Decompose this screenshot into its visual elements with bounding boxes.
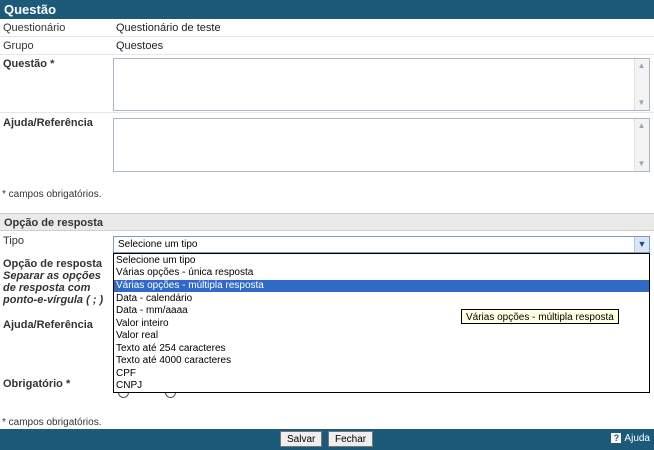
scroll-down-icon[interactable]: ▼ (637, 160, 646, 168)
questionario-value: Questionário de teste (116, 22, 221, 34)
questao-row: Questão * ▲ ▼ (0, 55, 654, 113)
close-button[interactable]: Fechar (328, 431, 373, 447)
option-section-title: Opção de resposta (4, 217, 104, 229)
required-note: * campos obrigatórios. (2, 189, 102, 200)
page-title: Questão (0, 0, 654, 19)
questao-label: Questão * (3, 58, 55, 70)
help-link[interactable]: ? Ajuda (611, 433, 650, 444)
dropdown-option[interactable]: Data - calendário (114, 293, 649, 305)
save-button[interactable]: Salvar (280, 431, 322, 447)
opcao-label: Opção de resposta (3, 258, 103, 270)
tipo-selected-value: Selecione um tipo (118, 239, 198, 250)
dropdown-option[interactable]: Selecione um tipo (114, 255, 649, 267)
ajuda-scrollbar[interactable]: ▲ ▼ (634, 119, 649, 171)
grupo-row: Grupo Questoes (0, 37, 654, 55)
dropdown-option[interactable]: Texto até 4000 caracteres (114, 355, 649, 367)
help-icon: ? (611, 433, 622, 443)
tipo-label: Tipo (3, 235, 24, 247)
scroll-up-icon[interactable]: ▲ (637, 62, 646, 70)
dropdown-option[interactable]: CNPJ (114, 380, 649, 392)
ajuda-row: Ajuda/Referência ▲ ▼ (0, 113, 654, 173)
questao-textarea[interactable]: ▲ ▼ (113, 58, 650, 111)
help-label: Ajuda (624, 433, 650, 444)
dropdown-option[interactable]: CPF (114, 368, 649, 380)
tipo-select[interactable]: Selecione um tipo ▼ (113, 236, 650, 253)
questionario-label: Questionário (3, 22, 66, 34)
option-section-header: Opção de resposta (0, 213, 654, 231)
dropdown-option-highlighted[interactable]: Várias opções - múltipla resposta (114, 280, 649, 292)
dropdown-option[interactable]: Várias opções - única resposta (114, 267, 649, 279)
dropdown-option[interactable]: Valor real (114, 330, 649, 342)
option-tooltip: Várias opções - múltipla resposta (461, 309, 619, 324)
footer-bar: Salvar Fechar ? Ajuda (0, 429, 654, 450)
ajuda-label: Ajuda/Referência (3, 117, 93, 129)
questao-scrollbar[interactable]: ▲ ▼ (634, 59, 649, 110)
scroll-down-icon[interactable]: ▼ (637, 99, 646, 107)
grupo-value: Questoes (116, 40, 164, 52)
grupo-label: Grupo (3, 40, 34, 52)
required-note-2: * campos obrigatórios. (2, 417, 102, 428)
questionario-row: Questionário Questionário de teste (0, 19, 654, 37)
obrigatorio-label: Obrigatório * (3, 378, 71, 390)
ajuda-opcao-label: Ajuda/Referência (3, 319, 93, 331)
chevron-down-icon[interactable]: ▼ (634, 237, 649, 252)
opcao-hint: Separar as opções de resposta com ponto-… (3, 270, 104, 306)
ajuda-textarea[interactable]: ▲ ▼ (113, 118, 650, 172)
dropdown-option[interactable]: Texto até 254 caracteres (114, 343, 649, 355)
scroll-up-icon[interactable]: ▲ (637, 122, 646, 130)
